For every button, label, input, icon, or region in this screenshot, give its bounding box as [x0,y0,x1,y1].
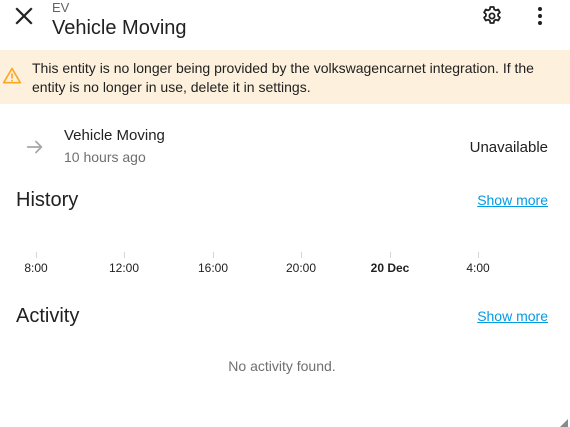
arrow-right-icon [26,140,43,154]
deprecation-warning: This entity is no longer being provided … [0,50,570,104]
entity-name: Vehicle Moving [64,127,165,144]
gear-icon [483,6,501,24]
close-icon [15,7,33,25]
axis-label: 20:00 [285,261,317,275]
breadcrumb[interactable]: EV [52,0,69,16]
more-options-button[interactable] [528,4,552,28]
axis-label-date: 20 Dec [370,261,410,275]
axis-label: 8:00 [24,261,48,275]
close-button[interactable] [12,4,36,28]
entity-last-changed: 10 hours ago [64,149,146,165]
history-show-more-link[interactable]: Show more [477,191,548,209]
axis-tick [478,252,479,258]
more-vertical-icon [538,7,542,25]
axis-label: 12:00 [108,261,140,275]
history-timeline-axis: 8:00 12:00 16:00 20:00 20 Dec 4:00 [0,252,570,282]
activity-show-more-link[interactable]: Show more [477,307,548,325]
history-title: History [16,189,79,211]
axis-label: 16:00 [197,261,229,275]
dialog-title: Vehicle Moving [52,17,187,39]
axis-tick [213,252,214,258]
settings-button[interactable] [480,4,504,28]
axis-tick [124,252,125,258]
axis-tick [390,252,391,258]
entity-state: Unavailable [469,139,548,156]
resize-handle-icon[interactable] [560,419,568,427]
activity-title: Activity [16,305,80,327]
axis-label: 4:00 [466,261,490,275]
entity-row: Vehicle Moving 10 hours ago Unavailable [0,120,570,176]
axis-tick [301,252,302,258]
axis-tick [36,252,37,258]
warning-message: This entity is no longer being provided … [32,60,534,95]
dialog-header: EV Vehicle Moving [0,0,570,48]
activity-empty-message: No activity found. [228,358,336,374]
warning-icon [2,67,22,84]
